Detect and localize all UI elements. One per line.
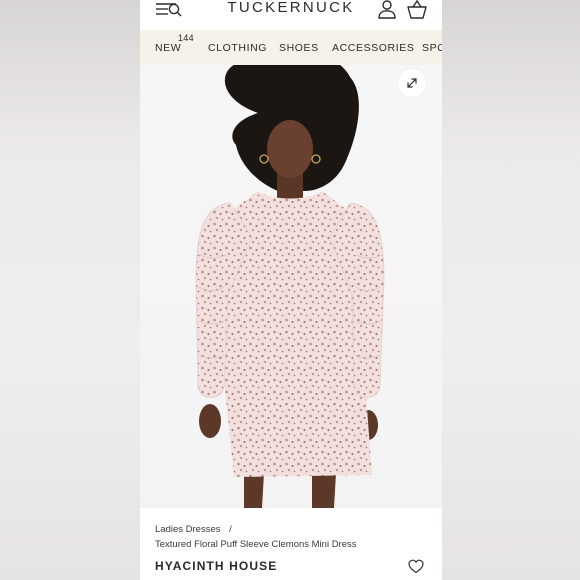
nav-item-label: SHOES	[279, 42, 319, 54]
category-nav: NEW 144 CLOTHING SHOES ACCESSORIES SPO	[140, 30, 442, 65]
face	[267, 120, 313, 178]
nav-item-label: NEW	[155, 42, 182, 54]
breadcrumb-separator: /	[229, 524, 232, 535]
mobile-page: TUCKERNUCK NEW 144 CLOTHING SHOES ACCESS…	[140, 0, 442, 580]
product-image[interactable]	[140, 65, 442, 508]
background-right	[442, 0, 580, 580]
leg-right	[312, 473, 336, 508]
breadcrumb: Ladies Dresses /	[155, 524, 232, 535]
nav-item-clothing[interactable]: CLOTHING	[208, 42, 267, 54]
nav-item-new[interactable]: NEW	[155, 42, 181, 54]
product-details: Ladies Dresses / Textured Floral Puff Sl…	[140, 508, 442, 580]
nav-item-label: ACCESSORIES	[332, 42, 415, 54]
new-count-badge: 144	[178, 33, 194, 43]
product-title: Textured Floral Puff Sleeve Clemons Mini…	[155, 539, 357, 550]
hand-left	[199, 404, 221, 438]
background-left	[0, 0, 140, 580]
brand-name[interactable]: HYACINTH HOUSE	[155, 559, 277, 573]
nav-item-accessories[interactable]: ACCESSORIES	[332, 42, 414, 54]
shopping-bag-icon[interactable]	[406, 0, 428, 20]
expand-icon[interactable]	[398, 69, 426, 97]
nav-item-label: SPO	[422, 42, 442, 54]
breadcrumb-category[interactable]: Ladies Dresses	[155, 524, 220, 535]
top-bar: TUCKERNUCK	[140, 0, 442, 30]
heart-icon[interactable]	[408, 559, 424, 574]
nav-item-label: CLOTHING	[208, 42, 268, 54]
model-photo	[195, 65, 385, 508]
user-icon[interactable]	[377, 0, 397, 20]
nav-item-shoes[interactable]: SHOES	[279, 42, 319, 54]
leg-left	[244, 473, 264, 508]
nav-item-sport[interactable]: SPO	[422, 42, 442, 54]
